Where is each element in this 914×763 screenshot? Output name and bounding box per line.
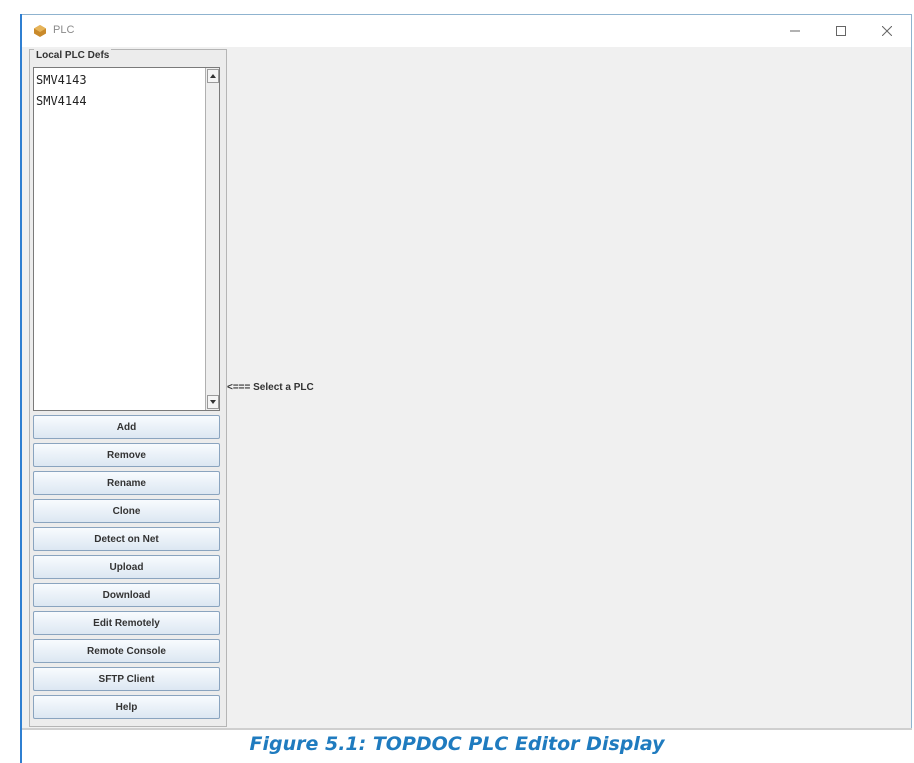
- edit-remotely-button[interactable]: Edit Remotely: [33, 611, 220, 635]
- close-icon[interactable]: [864, 15, 910, 47]
- scroll-up-icon[interactable]: [207, 69, 219, 83]
- rename-button[interactable]: Rename: [33, 471, 220, 495]
- list-item[interactable]: SMV4143: [36, 71, 87, 89]
- list-item[interactable]: SMV4144: [36, 92, 87, 110]
- help-button[interactable]: Help: [33, 695, 220, 719]
- select-plc-hint: <=== Select a PLC: [227, 382, 314, 393]
- window-bottom-edge: [22, 728, 912, 730]
- plc-list[interactable]: SMV4143 SMV4144: [33, 67, 220, 411]
- remove-button[interactable]: Remove: [33, 443, 220, 467]
- download-button[interactable]: Download: [33, 583, 220, 607]
- minimize-icon[interactable]: [772, 15, 818, 47]
- plc-window: PLC Local PLC Defs SMV4143 SMV4144 Add R…: [22, 14, 912, 730]
- plc-app-icon: [34, 25, 46, 37]
- scroll-down-icon[interactable]: [207, 395, 219, 409]
- upload-button[interactable]: Upload: [33, 555, 220, 579]
- add-button[interactable]: Add: [33, 415, 220, 439]
- maximize-icon[interactable]: [818, 15, 864, 47]
- sftp-client-button[interactable]: SFTP Client: [33, 667, 220, 691]
- remote-console-button[interactable]: Remote Console: [33, 639, 220, 663]
- clone-button[interactable]: Clone: [33, 499, 220, 523]
- figure-caption: Figure 5.1: TOPDOC PLC Editor Display: [249, 733, 665, 755]
- title-bar: PLC: [22, 15, 911, 47]
- list-scrollbar[interactable]: [205, 68, 219, 410]
- local-plc-defs-panel: Local PLC Defs SMV4143 SMV4144 Add Remov…: [29, 49, 227, 727]
- panel-title: Local PLC Defs: [34, 49, 112, 62]
- window-title: PLC: [53, 24, 75, 36]
- detect-on-net-button[interactable]: Detect on Net: [33, 527, 220, 551]
